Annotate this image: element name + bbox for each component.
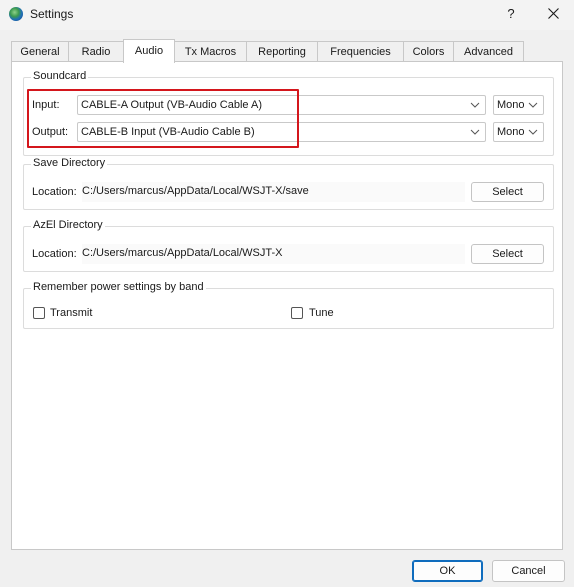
soundcard-group-title: Soundcard bbox=[31, 70, 89, 82]
save-directory-title: Save Directory bbox=[31, 157, 108, 169]
tab-radio[interactable]: Radio bbox=[68, 41, 124, 62]
save-location-field: C:/Users/marcus/AppData/Local/WSJT-X/sav… bbox=[82, 182, 465, 202]
input-channel-value: Mono bbox=[497, 99, 525, 111]
app-globe-icon bbox=[9, 7, 23, 21]
audio-tab-panel: Soundcard Input: CABLE-A Output (VB-Audi… bbox=[11, 61, 563, 550]
azel-location-path: C:/Users/marcus/AppData/Local/WSJT-X bbox=[82, 247, 283, 259]
save-location-label: Location: bbox=[32, 186, 77, 198]
azel-select-button[interactable]: Select bbox=[471, 244, 544, 264]
tab-general[interactable]: General bbox=[11, 41, 69, 62]
cancel-button[interactable]: Cancel bbox=[492, 560, 565, 582]
input-device-value: CABLE-A Output (VB-Audio Cable A) bbox=[81, 99, 262, 111]
tab-tx-macros[interactable]: Tx Macros bbox=[174, 41, 247, 62]
azel-directory-title: AzEl Directory bbox=[31, 219, 105, 231]
help-button[interactable]: ? bbox=[500, 3, 522, 25]
tune-label: Tune bbox=[309, 307, 334, 319]
save-directory-group: Save Directory Location: C:/Users/marcus… bbox=[23, 157, 554, 210]
chevron-down-icon bbox=[470, 102, 480, 108]
close-icon bbox=[548, 8, 559, 19]
tune-checkbox[interactable] bbox=[291, 307, 303, 319]
output-device-value: CABLE-B Input (VB-Audio Cable B) bbox=[81, 126, 255, 138]
window-title: Settings bbox=[30, 7, 74, 21]
tab-frequencies[interactable]: Frequencies bbox=[317, 41, 404, 62]
title-bar: Settings ? bbox=[0, 0, 574, 30]
ok-button[interactable]: OK bbox=[412, 560, 483, 582]
chevron-down-icon bbox=[528, 102, 538, 108]
tab-advanced[interactable]: Advanced bbox=[453, 41, 524, 62]
chevron-down-icon bbox=[470, 129, 480, 135]
save-select-button[interactable]: Select bbox=[471, 182, 544, 202]
azel-directory-group: AzEl Directory Location: C:/Users/marcus… bbox=[23, 219, 554, 272]
tab-colors[interactable]: Colors bbox=[403, 41, 454, 62]
output-device-select[interactable]: CABLE-B Input (VB-Audio Cable B) bbox=[77, 122, 486, 142]
soundcard-group: Soundcard Input: CABLE-A Output (VB-Audi… bbox=[23, 70, 554, 156]
input-channel-select[interactable]: Mono bbox=[493, 95, 544, 115]
tab-reporting[interactable]: Reporting bbox=[246, 41, 318, 62]
output-channel-value: Mono bbox=[497, 126, 525, 138]
tab-audio[interactable]: Audio bbox=[123, 39, 175, 63]
transmit-label: Transmit bbox=[50, 307, 93, 319]
azel-location-label: Location: bbox=[32, 248, 77, 260]
power-settings-group: Remember power settings by band Transmit… bbox=[23, 281, 554, 329]
chevron-down-icon bbox=[528, 129, 538, 135]
save-location-path: C:/Users/marcus/AppData/Local/WSJT-X/sav… bbox=[82, 185, 309, 197]
input-device-select[interactable]: CABLE-A Output (VB-Audio Cable A) bbox=[77, 95, 486, 115]
close-button[interactable] bbox=[538, 3, 568, 25]
output-channel-select[interactable]: Mono bbox=[493, 122, 544, 142]
power-settings-title: Remember power settings by band bbox=[31, 281, 206, 293]
azel-location-field: C:/Users/marcus/AppData/Local/WSJT-X bbox=[82, 244, 465, 264]
transmit-checkbox[interactable] bbox=[33, 307, 45, 319]
input-label: Input: bbox=[32, 99, 60, 111]
output-label: Output: bbox=[32, 126, 69, 138]
